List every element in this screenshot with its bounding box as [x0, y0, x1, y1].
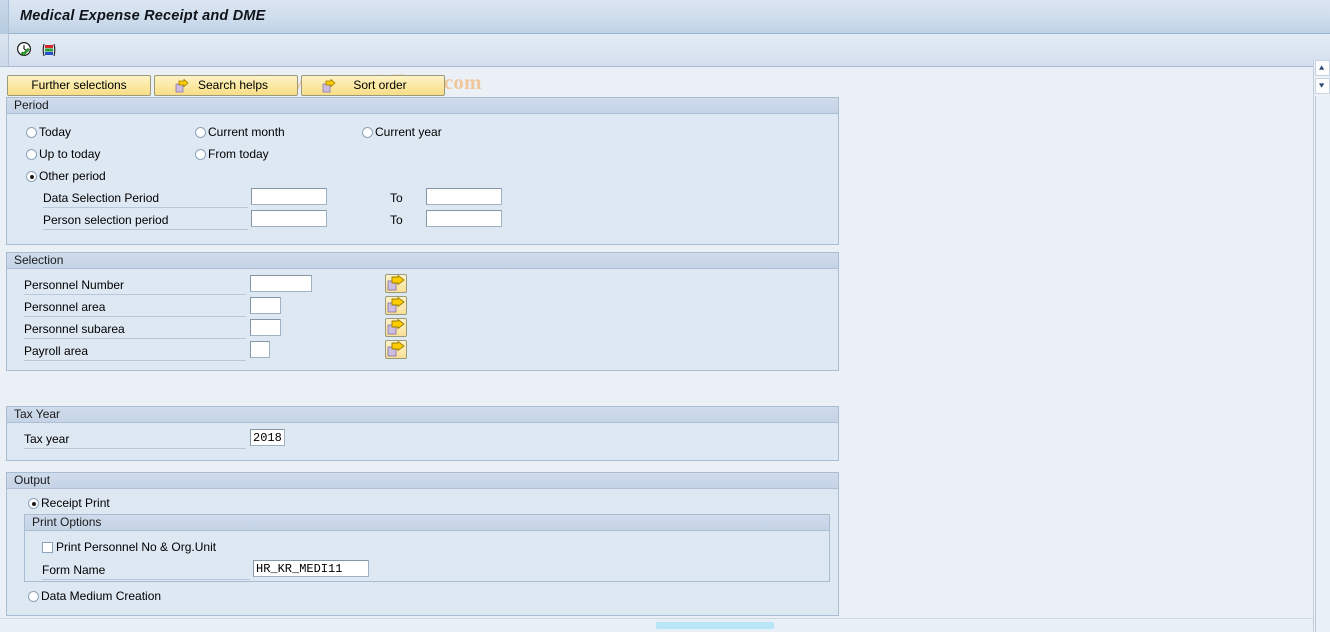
period-group-header: Period	[7, 98, 838, 114]
radio-current-year-label: Current year	[375, 125, 442, 139]
horizontal-scrollbar-thumb[interactable]	[656, 622, 774, 629]
radio-data-medium-creation[interactable]: Data Medium Creation	[28, 590, 161, 603]
arrow-page-icon	[387, 274, 405, 291]
tax-year-group-header: Tax Year	[7, 407, 838, 423]
radio-dot	[26, 127, 37, 138]
radio-data-medium-creation-label: Data Medium Creation	[41, 589, 162, 603]
personnel-subarea-multi-select-button[interactable]	[385, 318, 407, 337]
personnel-area-input[interactable]	[250, 297, 281, 314]
vertical-scrollbar-track[interactable]	[1315, 96, 1330, 632]
print-personnel-no-label: Print Personnel No & Org.Unit	[56, 540, 217, 554]
application-toolbar: © www.tutorialkart.com	[0, 34, 1330, 94]
payroll-area-input[interactable]	[250, 341, 270, 358]
period-group: Period Today Current month Current year …	[6, 97, 839, 245]
arrow-page-icon	[387, 340, 405, 357]
personnel-area-label: Personnel area	[24, 300, 246, 317]
scroll-up-icon[interactable]	[1315, 60, 1330, 76]
print-personnel-no-checkbox[interactable]: Print Personnel No & Org.Unit	[42, 541, 216, 554]
radio-other-period[interactable]: Other period	[26, 170, 106, 183]
search-helps-button[interactable]: Search helps	[154, 75, 298, 96]
radio-from-today-label: From today	[208, 147, 269, 161]
personnel-subarea-label: Personnel subarea	[24, 322, 246, 339]
form-name-input[interactable]	[253, 560, 369, 577]
data-selection-period-to-input[interactable]	[426, 188, 502, 205]
payroll-area-multi-select-button[interactable]	[385, 340, 407, 359]
person-selection-period-label: Person selection period	[43, 213, 248, 230]
radio-from-today[interactable]: From today	[195, 148, 269, 161]
radio-dot	[28, 498, 39, 509]
payroll-area-label: Payroll area	[24, 344, 246, 361]
arrow-page-icon	[308, 78, 336, 93]
checkbox-box	[42, 542, 53, 553]
data-selection-period-label: Data Selection Period	[43, 191, 248, 208]
sort-order-button[interactable]: Sort order	[301, 75, 445, 96]
further-selections-label: Further selections	[31, 78, 127, 92]
radio-dot	[195, 127, 206, 138]
titlebar-left-edge	[0, 0, 9, 34]
personnel-number-multi-select-button[interactable]	[385, 274, 407, 293]
personnel-number-input[interactable]	[250, 275, 312, 292]
arrow-page-icon	[161, 78, 189, 93]
tax-year-input[interactable]	[250, 429, 285, 446]
radio-dot	[26, 149, 37, 160]
radio-dot	[28, 591, 39, 602]
form-name-label: Form Name	[42, 563, 250, 580]
radio-receipt-print-label: Receipt Print	[41, 496, 110, 510]
data-selection-period-to-label: To	[390, 191, 403, 205]
variant-bars-icon[interactable]	[40, 41, 58, 59]
horizontal-scrollbar[interactable]	[0, 618, 1313, 632]
person-selection-period-to-input[interactable]	[426, 210, 502, 227]
tax-year-label: Tax year	[24, 432, 246, 449]
radio-dot	[26, 171, 37, 182]
person-selection-period-to-label: To	[390, 213, 403, 227]
output-group: Output Receipt Print Print Options Print…	[6, 472, 839, 616]
print-options-group: Print Options Print Personnel No & Org.U…	[24, 514, 830, 582]
sort-order-label: Sort order	[353, 78, 407, 92]
radio-dot	[362, 127, 373, 138]
radio-today-label: Today	[39, 125, 72, 139]
scroll-down-icon[interactable]	[1315, 78, 1330, 94]
search-helps-label: Search helps	[197, 78, 269, 92]
radio-dot	[195, 149, 206, 160]
personnel-subarea-input[interactable]	[250, 319, 281, 336]
radio-receipt-print[interactable]: Receipt Print	[28, 497, 110, 510]
print-options-group-header: Print Options	[25, 515, 829, 531]
arrow-page-icon	[387, 296, 405, 313]
radio-today[interactable]: Today	[26, 126, 71, 139]
personnel-number-label: Personnel Number	[24, 278, 246, 295]
selection-screen-content: Period Today Current month Current year …	[0, 97, 1313, 616]
radio-current-year[interactable]: Current year	[362, 126, 442, 139]
radio-up-to-today-label: Up to today	[39, 147, 101, 161]
data-selection-period-from-input[interactable]	[251, 188, 327, 205]
selection-group-header: Selection	[7, 253, 838, 269]
right-empty-pane	[839, 97, 1313, 616]
arrow-page-icon	[387, 318, 405, 335]
radio-up-to-today[interactable]: Up to today	[26, 148, 100, 161]
radio-other-period-label: Other period	[39, 169, 106, 183]
page-title: Medical Expense Receipt and DME	[20, 8, 266, 24]
toolbar-left-edge	[0, 34, 9, 66]
further-selections-button[interactable]: Further selections	[7, 75, 151, 96]
execute-clock-icon[interactable]	[16, 41, 34, 59]
person-selection-period-from-input[interactable]	[251, 210, 327, 227]
tax-year-group: Tax Year Tax year	[6, 406, 839, 461]
radio-current-month[interactable]: Current month	[195, 126, 285, 139]
vertical-scrollbar[interactable]	[1313, 60, 1330, 632]
output-group-header: Output	[7, 473, 838, 489]
selection-group: Selection Personnel Number Personnel are…	[6, 252, 839, 371]
window-titlebar: Medical Expense Receipt and DME	[0, 0, 1330, 34]
personnel-area-multi-select-button[interactable]	[385, 296, 407, 315]
radio-current-month-label: Current month	[208, 125, 285, 139]
